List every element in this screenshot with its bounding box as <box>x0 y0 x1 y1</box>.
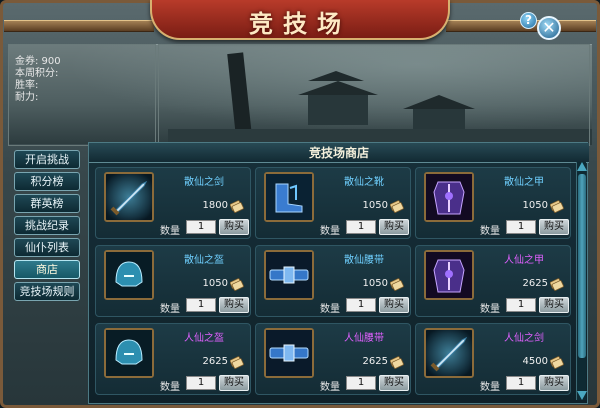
qty-input[interactable]: 1 <box>346 220 376 234</box>
shop-item-card: 散仙之甲 1050 数量 1 购买 <box>415 167 571 239</box>
shop-title: 竞技场商店 <box>89 143 589 163</box>
item-name: 人仙之剑 <box>504 333 544 344</box>
coupon-icon <box>389 198 404 213</box>
item-name: 散仙之靴 <box>344 177 384 188</box>
shop-item-card: 人仙腰带 2625 数量 1 购买 <box>255 323 411 395</box>
buy-button[interactable]: 购买 <box>379 375 409 391</box>
buy-button[interactable]: 购买 <box>539 219 569 235</box>
qty-label: 数量 <box>480 382 500 393</box>
title-ornament-left <box>4 20 154 32</box>
buy-button[interactable]: 购买 <box>379 219 409 235</box>
coupon-icon <box>549 354 564 369</box>
buy-button[interactable]: 购买 <box>379 297 409 313</box>
item-name: 散仙腰带 <box>344 255 384 266</box>
qty-input[interactable]: 1 <box>506 220 536 234</box>
close-button[interactable]: ✕ <box>537 16 561 40</box>
item-name: 人仙之盔 <box>184 333 224 344</box>
shop-scrollbar[interactable] <box>576 162 587 400</box>
menu-heroes-ranking[interactable]: 群英榜 <box>14 194 80 213</box>
coupon-icon <box>549 276 564 291</box>
item-price: 2625 <box>202 356 228 367</box>
item-price: 1800 <box>202 200 228 211</box>
item-name: 散仙之剑 <box>184 177 224 188</box>
helmet-icon[interactable] <box>104 328 154 378</box>
buy-button[interactable]: 购买 <box>219 297 249 313</box>
item-name: 人仙之甲 <box>504 255 544 266</box>
shop-item-card: 散仙之剑 1800 数量 1 购买 <box>95 167 251 239</box>
help-button[interactable]: ? <box>520 12 537 29</box>
menu-shop[interactable]: 商店 <box>14 260 80 279</box>
arena-preview-panel <box>158 44 590 146</box>
qty-input[interactable]: 1 <box>506 376 536 390</box>
qty-label: 数量 <box>320 226 340 237</box>
stat-weekly-points: 本周积分: <box>15 68 59 79</box>
sword-icon[interactable] <box>424 328 474 378</box>
qty-label: 数量 <box>320 382 340 393</box>
qty-label: 数量 <box>160 382 180 393</box>
buy-button[interactable]: 购买 <box>219 219 249 235</box>
item-name: 散仙之甲 <box>504 177 544 188</box>
item-price: 1050 <box>362 278 388 289</box>
item-price: 1050 <box>362 200 388 211</box>
helmet-icon[interactable] <box>104 250 154 300</box>
coupon-icon <box>229 198 244 213</box>
menu-challenge-records[interactable]: 挑战纪录 <box>14 216 80 235</box>
menu-servant-list[interactable]: 仙仆列表 <box>14 238 80 257</box>
menu-points-ranking[interactable]: 积分榜 <box>14 172 80 191</box>
qty-label: 数量 <box>480 226 500 237</box>
item-name: 人仙腰带 <box>344 333 384 344</box>
qty-input[interactable]: 1 <box>506 298 536 312</box>
scroll-up-arrow-icon[interactable] <box>577 162 587 171</box>
shop-item-card: 散仙之盔 1050 数量 1 购买 <box>95 245 251 317</box>
coupon-icon <box>229 276 244 291</box>
item-name: 散仙之盔 <box>184 255 224 266</box>
coupon-icon <box>549 198 564 213</box>
buy-button[interactable]: 购买 <box>219 375 249 391</box>
stat-stamina: 耐力: <box>15 92 39 103</box>
armor-icon[interactable] <box>424 172 474 222</box>
armor-icon[interactable] <box>424 250 474 300</box>
sword-icon[interactable] <box>104 172 154 222</box>
qty-input[interactable]: 1 <box>346 376 376 390</box>
qty-label: 数量 <box>160 226 180 237</box>
belt-icon[interactable] <box>264 328 314 378</box>
item-price: 4500 <box>522 356 548 367</box>
menu-arena-rules[interactable]: 竞技场规则 <box>14 282 80 301</box>
scroll-thumb[interactable] <box>578 174 586 358</box>
belt-icon[interactable] <box>264 250 314 300</box>
stat-gold-coupons: 金券: 900 <box>15 56 61 67</box>
item-price: 1050 <box>522 200 548 211</box>
menu-start-challenge[interactable]: 开启挑战 <box>14 150 80 169</box>
qty-input[interactable]: 1 <box>186 298 216 312</box>
stat-win-rate: 胜率: <box>15 80 39 91</box>
buy-button[interactable]: 购买 <box>539 375 569 391</box>
boots-icon[interactable] <box>264 172 314 222</box>
qty-input[interactable]: 1 <box>346 298 376 312</box>
qty-label: 数量 <box>320 304 340 315</box>
item-price: 2625 <box>362 356 388 367</box>
qty-label: 数量 <box>160 304 180 315</box>
scroll-down-arrow-icon[interactable] <box>577 391 587 400</box>
qty-input[interactable]: 1 <box>186 376 216 390</box>
coupon-icon <box>389 354 404 369</box>
window-title: 竞技场 <box>249 9 351 38</box>
shop-item-card: 人仙之盔 2625 数量 1 购买 <box>95 323 251 395</box>
item-price: 2625 <box>522 278 548 289</box>
qty-input[interactable]: 1 <box>186 220 216 234</box>
shop-item-card: 散仙腰带 1050 数量 1 购买 <box>255 245 411 317</box>
item-price: 1050 <box>202 278 228 289</box>
buy-button[interactable]: 购买 <box>539 297 569 313</box>
title-plate: 竞技场 <box>150 0 450 40</box>
qty-label: 数量 <box>480 304 500 315</box>
coupon-icon <box>389 276 404 291</box>
shop-item-card: 人仙之甲 2625 数量 1 购买 <box>415 245 571 317</box>
arena-shop-panel: 竞技场商店 散仙之剑 1800 数量 1 购买 散仙之靴 1050 数量 1 购买 散仙之甲 1050… <box>88 142 589 404</box>
shop-item-card: 散仙之靴 1050 数量 1 购买 <box>255 167 411 239</box>
shop-item-card: 人仙之剑 4500 数量 1 购买 <box>415 323 571 395</box>
coupon-icon <box>229 354 244 369</box>
